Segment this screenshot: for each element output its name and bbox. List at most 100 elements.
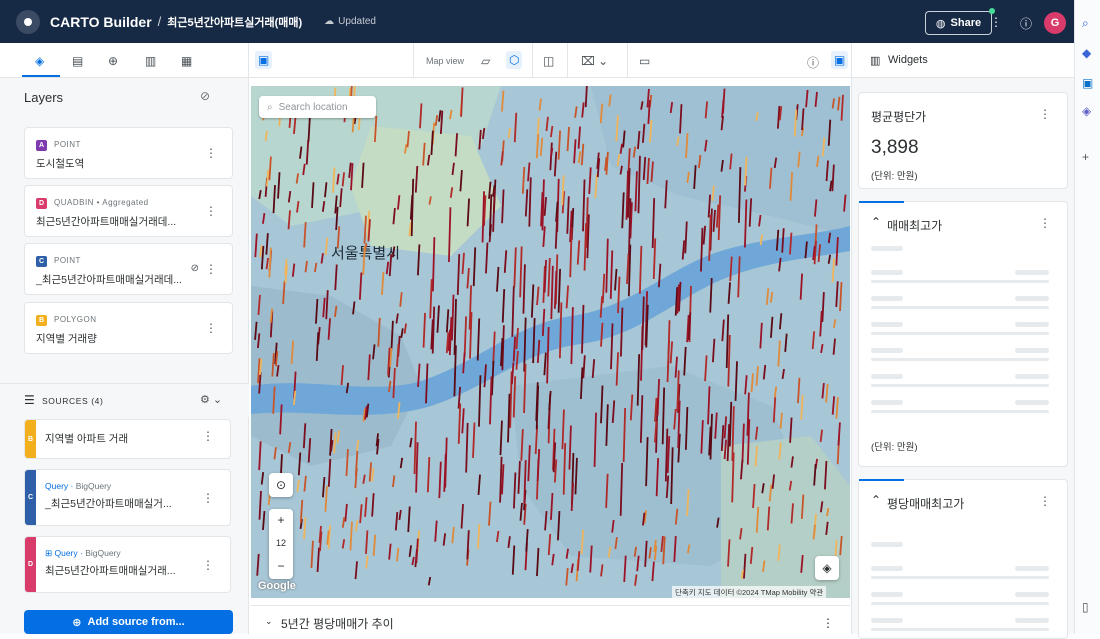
skeleton-line	[1015, 322, 1049, 327]
layer-menu-icon[interactable]: ⋮	[205, 204, 217, 218]
share-button[interactable]: ◍ Share	[925, 8, 995, 35]
source-menu-icon[interactable]: ⋮	[202, 491, 214, 505]
source-badge: C	[25, 470, 36, 525]
skeleton-line	[871, 270, 903, 275]
layer-menu-icon[interactable]: ⋮	[205, 146, 217, 160]
skeleton-line	[871, 348, 903, 353]
source-menu-icon[interactable]: ⋮	[202, 429, 214, 443]
widget-menu-icon[interactable]: ⋮	[1039, 107, 1051, 121]
source-card[interactable]: D ⊞ Query · BigQuery 최근5년간아파트매매실거래... ⋮	[24, 536, 231, 593]
layer-menu-icon[interactable]: ⋮	[205, 262, 217, 276]
skeleton-line	[871, 322, 903, 327]
tab-legend-icon[interactable]: ▥	[145, 54, 156, 68]
skeleton-line	[871, 592, 903, 597]
avatar[interactable]: G	[1044, 12, 1066, 34]
sources-header[interactable]: ☰ SOURCES (4) ⚙ ⌄	[0, 383, 249, 417]
skeleton-line	[1015, 400, 1049, 405]
add-layer-icon[interactable]: ⊘	[200, 89, 210, 103]
skeleton-line	[871, 400, 903, 405]
google-logo: Google	[258, 580, 296, 592]
browser-side-rail: ⌕ ◆ ▣ ◈ + ▯	[1074, 0, 1100, 634]
left-panel-tabs: ◈ ▤ ⊕ ▥ ▦	[0, 43, 248, 78]
skeleton-bar	[871, 628, 1049, 631]
skeleton-line	[871, 618, 903, 623]
tab-basemap-icon[interactable]: ▦	[181, 54, 192, 68]
zoom-out-button[interactable]: −	[269, 555, 293, 578]
sources-controls-icon[interactable]: ⚙ ⌄	[200, 393, 222, 406]
add-source-button[interactable]: ⊕ Add source from...	[24, 610, 233, 634]
chevron-up-icon[interactable]: ⌃	[871, 493, 881, 507]
widget-title: 평균평단가	[871, 110, 927, 124]
left-panel: ◈ ▤ ⊕ ▥ ▦ Layers ⊘ A POINT 도시철도역 ⋮ D QUA…	[0, 43, 249, 634]
timeseries-panel[interactable]: ⌄ 5년간 평당매매가 추이 ⋮	[251, 605, 850, 634]
globe-icon: ◍	[935, 17, 946, 30]
skeleton-bar	[871, 306, 1049, 309]
skeleton-line	[1015, 348, 1049, 353]
layer-type: POLYGON	[54, 315, 97, 324]
plus-circle-icon: ⊕	[72, 616, 82, 629]
layer-card[interactable]: D QUADBIN • Aggregated 최근5년간아파트매매실거래데...…	[24, 185, 233, 237]
source-menu-icon[interactable]: ⋮	[202, 558, 214, 572]
source-card[interactable]: C Query · BigQuery _최근5년간아파트매매실거... ⋮	[24, 469, 231, 526]
search-icon[interactable]: ⌕	[1082, 16, 1089, 31]
outlook-icon[interactable]: ▣	[1082, 76, 1093, 90]
map-canvas[interactable]: 서울특별시	[251, 86, 850, 598]
chevron-down-icon[interactable]: ⌄	[265, 616, 273, 627]
map-attribution: 단축키 지도 데이터 ©2024 TMap Mobility 약관	[672, 586, 827, 599]
info-icon[interactable]: ⓘ	[807, 54, 819, 71]
layers-icon: ◈	[822, 561, 832, 575]
teams-icon[interactable]: ◈	[1082, 104, 1091, 118]
map-search-input[interactable]: ⌕ Search location	[259, 96, 376, 118]
2d-view-icon[interactable]: ▱	[481, 54, 490, 68]
more-options-icon[interactable]: ⋮	[990, 15, 1002, 29]
skeleton-line	[1015, 374, 1049, 379]
layer-card[interactable]: A POINT 도시철도역 ⋮	[24, 127, 233, 179]
sidebar-toggle-icon[interactable]: ▯	[1082, 600, 1089, 614]
locate-button[interactable]: ⊙	[269, 473, 293, 497]
layer-type: POINT	[54, 256, 81, 265]
widget-menu-icon[interactable]: ⋮	[1039, 216, 1051, 230]
basemap-layers-button[interactable]: ◈	[815, 556, 839, 580]
skeleton-line	[1015, 270, 1049, 275]
skeleton-line	[1015, 592, 1049, 597]
panel-menu-icon[interactable]: ⋮	[822, 616, 834, 630]
map-svg: 서울특별시	[251, 86, 850, 598]
map-title[interactable]: 최근5년간아파트실거래(매매)	[167, 14, 302, 30]
database-icon: ☰	[24, 393, 35, 407]
tab-widgets-icon[interactable]: ▤	[72, 54, 83, 68]
layer-type: QUADBIN • Aggregated	[54, 198, 149, 207]
zoom-in-button[interactable]: +	[269, 509, 293, 532]
widget-value: 3,898	[871, 137, 919, 158]
widget-title: 매매최고가	[887, 219, 943, 233]
skeleton-line	[1015, 296, 1049, 301]
copilot-icon[interactable]: ◆	[1082, 46, 1091, 60]
widget-menu-icon[interactable]: ⋮	[1039, 494, 1051, 508]
zoom-control: + 12 −	[269, 509, 293, 579]
skeleton-line	[871, 296, 903, 301]
tab-interactions-icon[interactable]: ⊕	[108, 54, 118, 68]
measure-icon[interactable]: ▭	[639, 54, 650, 68]
add-icon[interactable]: +	[1082, 150, 1089, 164]
widget-card: 평균평단가 ⋮ 3,898 (단위: 만원)	[858, 92, 1068, 189]
right-panel-toggle-icon[interactable]: ▣	[831, 51, 849, 69]
layer-menu-icon[interactable]: ⋮	[205, 321, 217, 335]
tab-layers-icon[interactable]: ◈	[35, 54, 44, 68]
hidden-eye-icon[interactable]: ⊘	[191, 263, 199, 274]
cloud-icon: ☁	[324, 16, 335, 27]
widget-unit: (단위: 만원)	[871, 171, 918, 182]
help-icon[interactable]: ⓘ	[1020, 15, 1032, 32]
panel-toggle-icon[interactable]: ▣	[255, 51, 273, 69]
carto-logo[interactable]	[16, 9, 40, 34]
loading-indicator	[859, 479, 904, 481]
draw-tool-icon[interactable]: ⌧ ⌄	[581, 54, 608, 68]
chevron-up-icon[interactable]: ⌃	[871, 215, 881, 229]
layer-card[interactable]: C POINT _최근5년간아파트매매실거래데... ⊘ ⋮	[24, 243, 233, 295]
split-view-icon[interactable]: ◫	[543, 54, 554, 68]
source-card[interactable]: B 지역별 아파트 거래 ⋮	[24, 419, 231, 459]
widget-title: 평당매매최고가	[887, 497, 965, 511]
3d-view-icon[interactable]: ⬡	[506, 51, 523, 69]
timeseries-title: 5년간 평당매매가 추이	[281, 617, 394, 631]
layer-card[interactable]: B POLYGON 지역별 거래량 ⋮	[24, 302, 233, 354]
source-name: 지역별 아파트 거래	[45, 433, 129, 445]
source-kind: Query · BigQuery	[45, 481, 112, 491]
